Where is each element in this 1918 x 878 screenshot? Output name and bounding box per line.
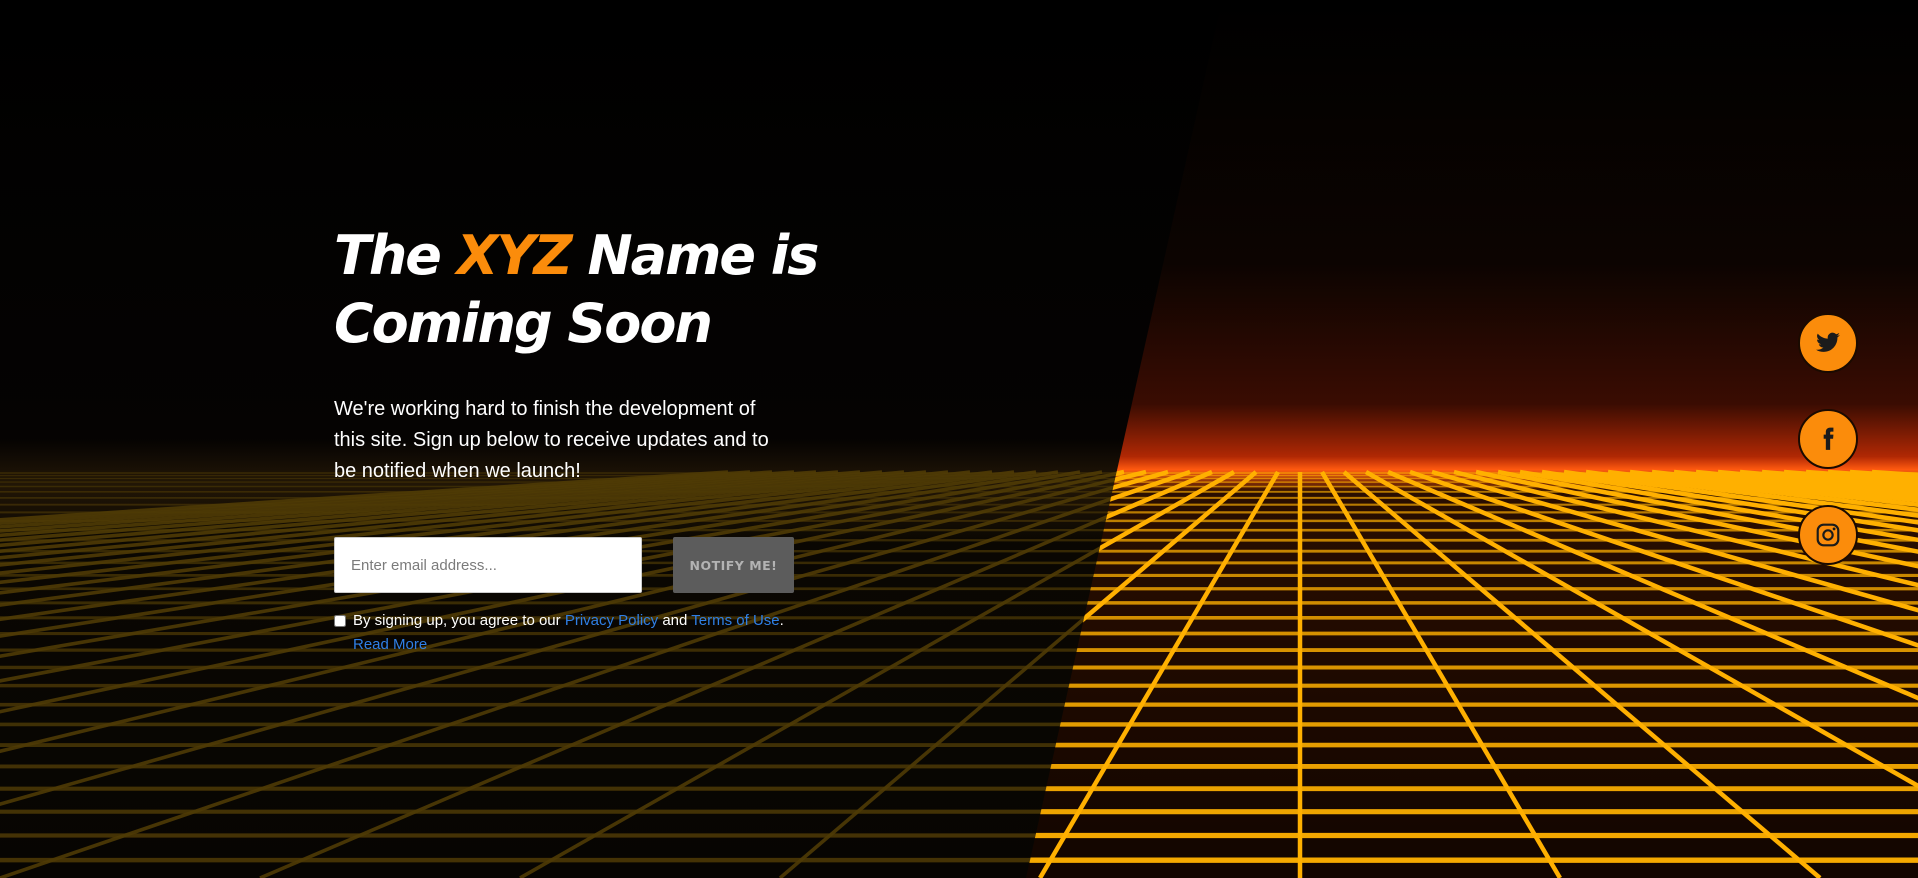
terms-and: and	[662, 612, 688, 629]
instagram-icon	[1816, 523, 1840, 547]
terms-checkbox[interactable]	[334, 615, 346, 627]
terms-end: .	[779, 612, 784, 629]
title-suffix: Name is	[587, 224, 819, 287]
read-more-link[interactable]: Read More	[353, 636, 427, 653]
signup-form: NOTIFY ME!	[334, 537, 794, 593]
terms-of-use-link[interactable]: Terms of Use	[691, 612, 779, 629]
facebook-link[interactable]	[1798, 409, 1858, 469]
terms-consent: By signing up, you agree to our Privacy …	[334, 609, 794, 657]
neon-grid-background	[0, 0, 1918, 878]
hero-section: The XYZ Name is Coming Soon We're workin…	[334, 222, 819, 657]
title-prefix: The	[334, 224, 442, 287]
facebook-icon	[1823, 427, 1834, 450]
twitter-link[interactable]	[1798, 313, 1858, 373]
page-title: The XYZ Name is Coming Soon	[334, 222, 819, 358]
twitter-icon	[1816, 332, 1840, 352]
title-brand: XYZ	[456, 224, 573, 287]
intro-text: We're working hard to finish the develop…	[334, 398, 769, 482]
instagram-link[interactable]	[1798, 505, 1858, 565]
terms-text: By signing up, you agree to our Privacy …	[353, 609, 784, 657]
terms-prefix: By signing up, you agree to our	[353, 612, 561, 629]
email-input[interactable]	[334, 537, 642, 593]
title-line-2: Coming Soon	[334, 292, 713, 355]
privacy-policy-link[interactable]: Privacy Policy	[565, 612, 658, 629]
notify-button[interactable]: NOTIFY ME!	[672, 537, 794, 593]
